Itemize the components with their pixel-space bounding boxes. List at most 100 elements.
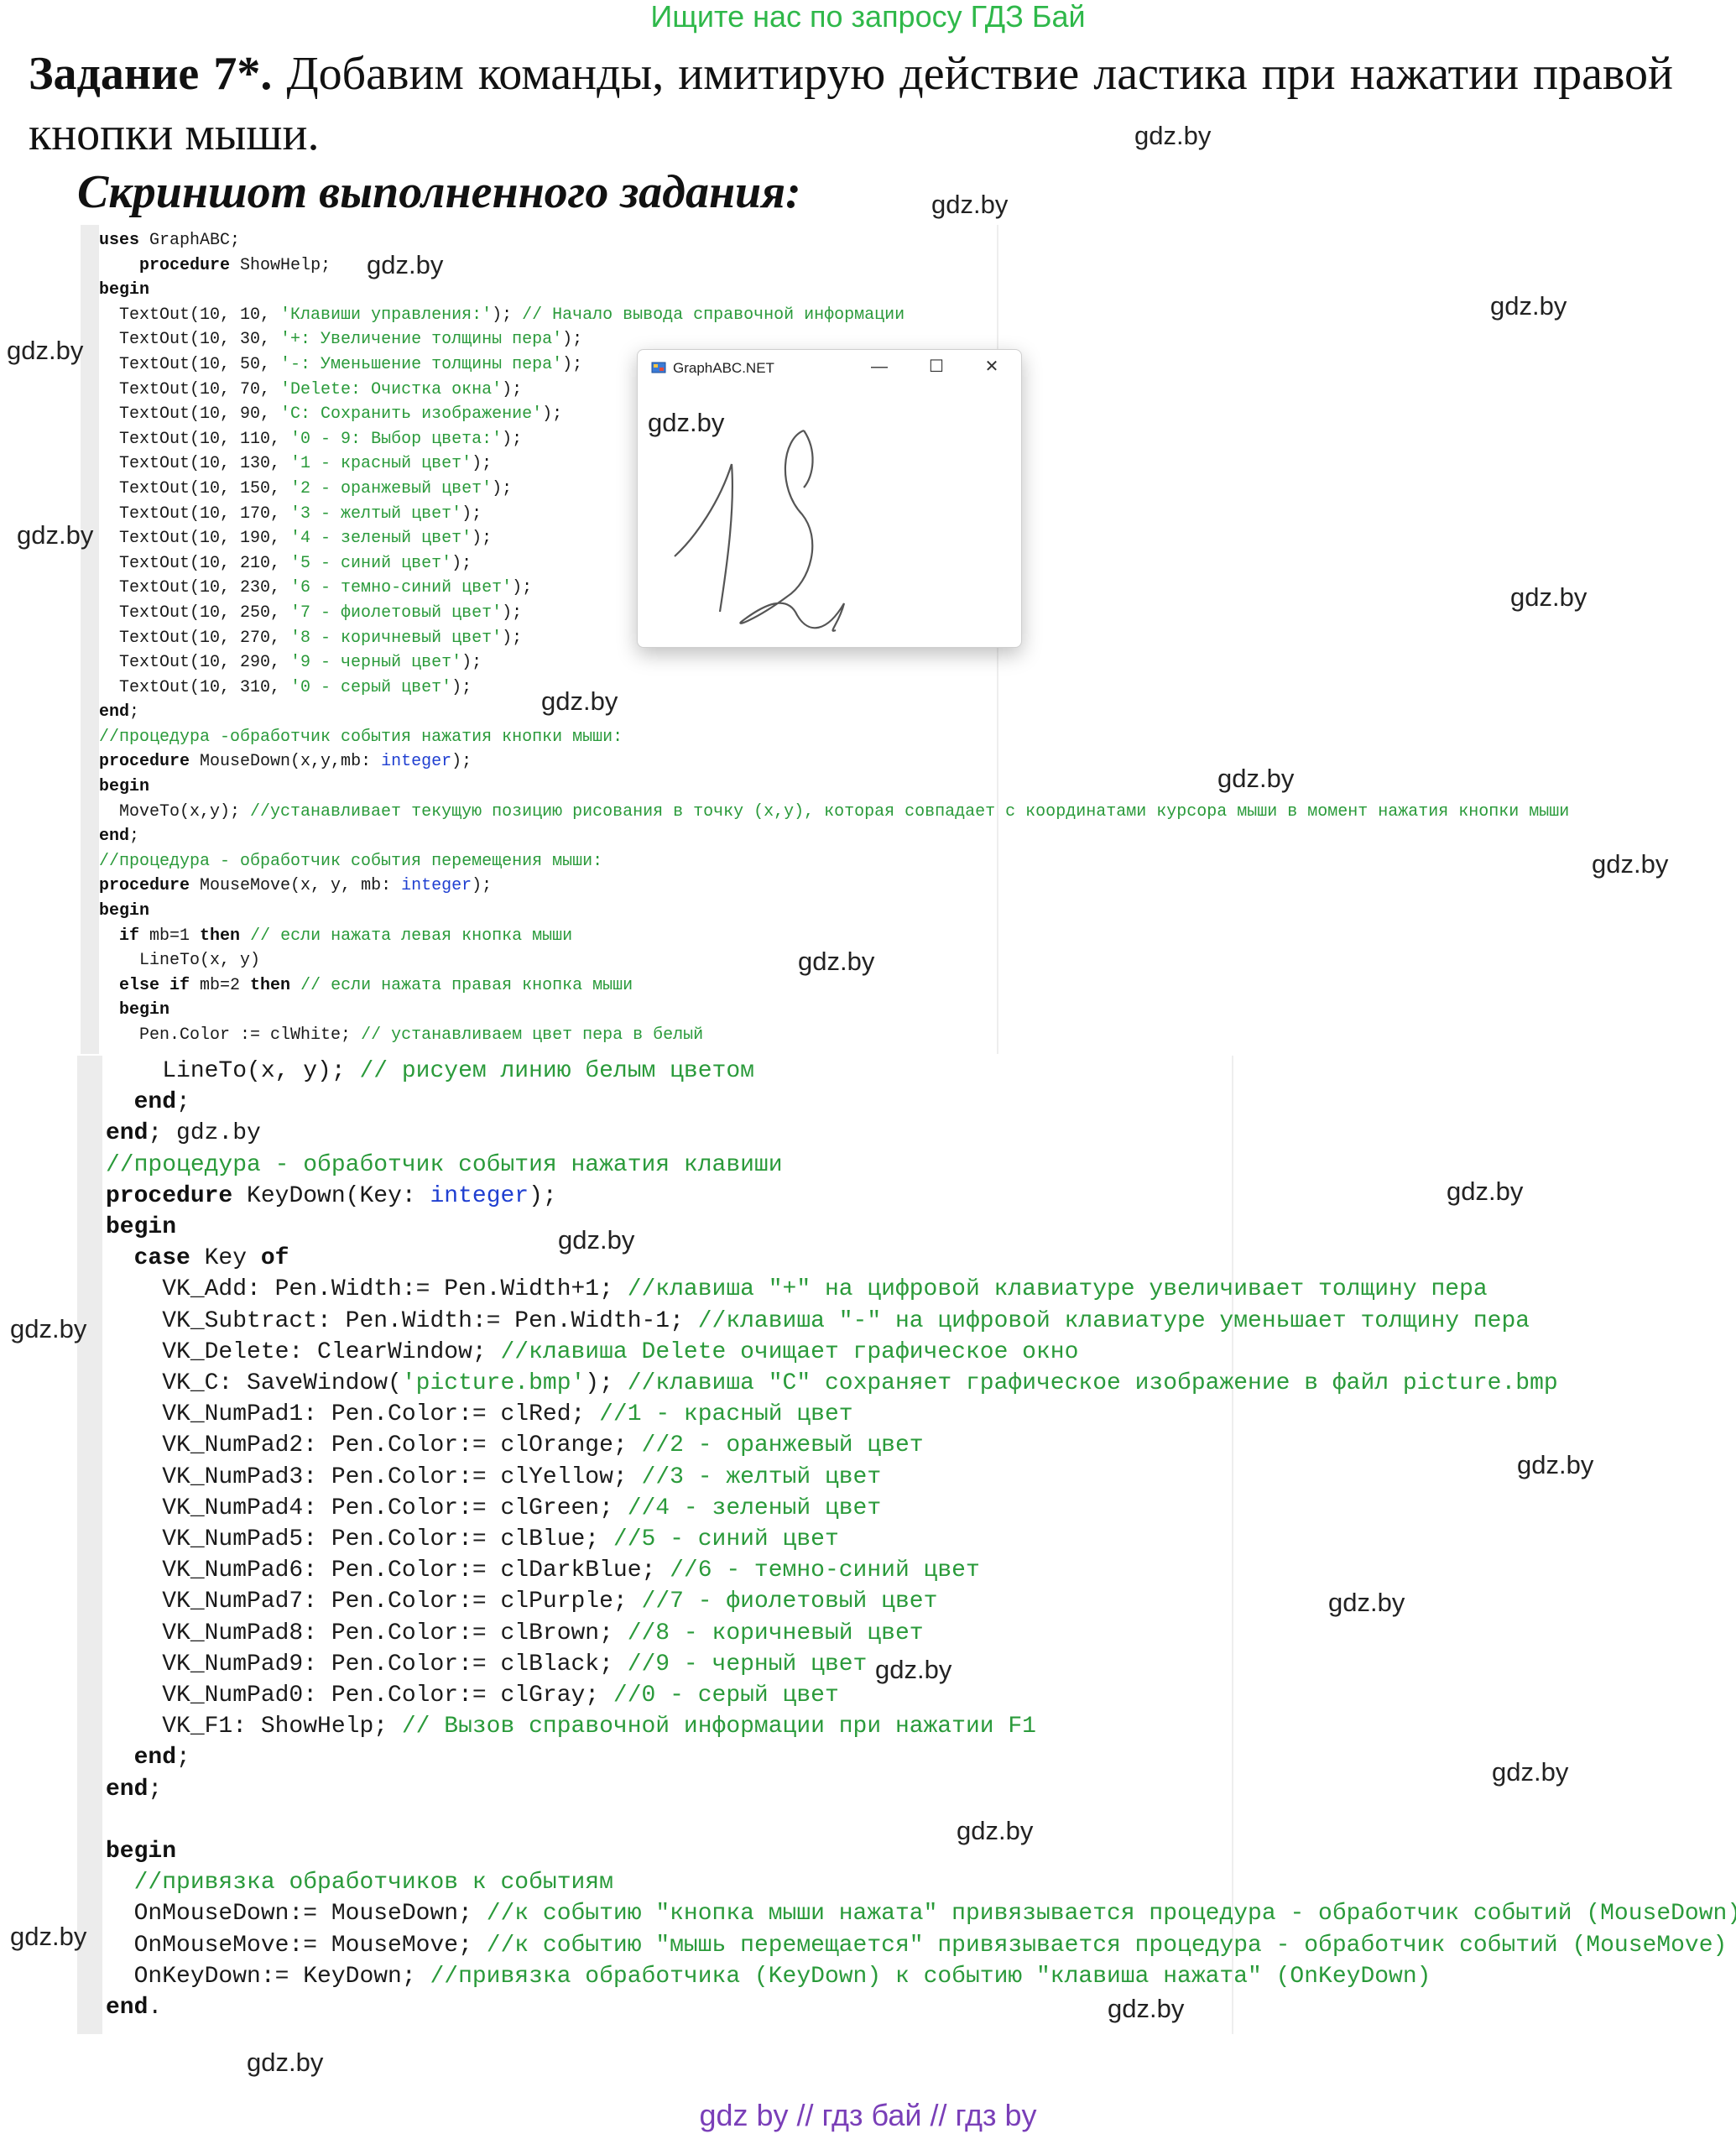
code-line: procedure MouseMove(x, y, mb: integer); (99, 874, 1569, 899)
code-keyword: end (99, 702, 130, 723)
code-keyword: else if (119, 975, 190, 995)
code-comment: // Начало вывода справочной информации (522, 305, 905, 325)
task-heading: Задание 7*. Добавим команды, имитирую де… (29, 44, 1673, 164)
code-string: '1 - красный цвет' (290, 454, 472, 474)
code-line: VK_NumPad3: Pen.Color:= clYellow; //3 - … (106, 1462, 1736, 1493)
code-keyword: begin (99, 901, 150, 921)
graphabc-window: GraphABC.NET — ☐ ✕ (637, 349, 1022, 648)
code-text: ); (502, 429, 523, 449)
code-keyword: begin (99, 280, 150, 300)
code-line: uses GraphABC; (99, 228, 1569, 253)
code-text: ; gdz.by (148, 1120, 261, 1147)
watermark: gdz.by (1517, 1450, 1594, 1479)
code-keyword: procedure (99, 752, 190, 772)
code-comment: //процедура -обработчик события нажатия … (99, 727, 623, 747)
code-string: '8 - коричневый цвет' (290, 628, 503, 648)
code-keyword: case (133, 1245, 190, 1272)
code-text: TextOut(10, 90, (99, 404, 281, 425)
watermark: gdz.by (1108, 1994, 1185, 2023)
watermark: gdz.by (1328, 1588, 1405, 1617)
code-line: TextOut(10, 310, '0 - серый цвет'); (99, 676, 1569, 701)
code-keyword: end (133, 1745, 177, 1771)
code-text: ; (176, 1745, 190, 1771)
code-string: '4 - зеленый цвет' (290, 529, 472, 549)
code-line: end; gdz.by (106, 1118, 1736, 1149)
maximize-button[interactable]: ☐ (921, 355, 951, 378)
code-line: begin (99, 899, 1569, 924)
code-line: Pen.Color := clWhite; // устанавливаем ц… (99, 1023, 1569, 1048)
code-comment: // рисуем линию белым цветом (359, 1058, 754, 1084)
code-keyword: begin (106, 1214, 177, 1241)
close-button[interactable]: ✕ (977, 355, 1007, 378)
watermark: gdz.by (247, 2048, 324, 2077)
code-line: end; (99, 700, 1569, 725)
code-comment: //5 - синий цвет (613, 1526, 839, 1553)
code-line: VK_Subtract: Pen.Width:= Pen.Width-1; //… (106, 1306, 1736, 1337)
code-line: //процедура -обработчик события нажатия … (99, 725, 1569, 750)
minimize-button[interactable]: — (864, 355, 894, 378)
code-keyword: begin (106, 1839, 177, 1865)
code-text: VK_NumPad5: Pen.Color:= clBlue; (106, 1526, 613, 1553)
code-text: ; (176, 1089, 190, 1116)
watermark: gdz.by (875, 1655, 952, 1684)
code-text: VK_Delete: ClearWindow; (106, 1338, 501, 1365)
code-line: VK_NumPad4: Pen.Color:= clGreen; //4 - з… (106, 1493, 1736, 1524)
code-comment: //0 - серый цвет (613, 1683, 839, 1709)
code-line: OnMouseDown:= MouseDown; //к событию "кн… (106, 1898, 1736, 1929)
code-text: OnMouseMove:= MouseMove; (106, 1932, 487, 1959)
code-text: TextOut(10, 290, (99, 653, 291, 673)
code-keyword: begin (119, 1000, 170, 1020)
code-keyword: end (106, 1120, 149, 1147)
code-line: else if mb=2 then // если нажата правая … (99, 973, 1569, 999)
code-keyword: then (250, 975, 291, 995)
code-text: VK_NumPad0: Pen.Color:= clGray; (106, 1683, 613, 1709)
watermark: gdz.by (10, 1314, 87, 1343)
code-line: end; (99, 824, 1569, 849)
code-line: VK_NumPad1: Pen.Color:= clRed; //1 - кра… (106, 1399, 1736, 1430)
code-text: ); (542, 404, 563, 425)
stroke-two (739, 429, 846, 632)
code-text: ; (148, 1776, 163, 1802)
code-line: MoveTo(x,y); //устанавливает текущую поз… (99, 800, 1569, 825)
watermark: gdz.by (1134, 121, 1212, 150)
code-line: VK_C: SaveWindow('picture.bmp'); //клави… (106, 1368, 1736, 1399)
watermark: gdz.by (367, 250, 444, 279)
code-text: ); (502, 628, 523, 648)
code-text: VK_NumPad8: Pen.Color:= clBrown; (106, 1620, 628, 1646)
code-text: ); (451, 752, 472, 772)
code-keyword: procedure (139, 255, 231, 275)
code-line: case Key of (106, 1243, 1736, 1274)
watermark: gdz.by (798, 947, 875, 976)
code-text: ); (585, 1370, 628, 1397)
code-text: ); (472, 876, 493, 896)
code-text: OnKeyDown:= KeyDown; (106, 1963, 430, 1990)
code-text: TextOut(10, 50, (99, 354, 281, 374)
screenshot-caption: Скриншот выполненного задания: (77, 166, 801, 218)
code-text: MoveTo(x,y); (99, 801, 251, 822)
code-comment: //6 - темно-синий цвет (670, 1557, 980, 1584)
code-comment: //процедура - обработчик события нажатия… (106, 1151, 783, 1178)
watermark: gdz.by (7, 336, 84, 365)
code-text: ); (461, 503, 482, 524)
footer: gdz by // гдз бай // гдз by (699, 2098, 1037, 2132)
code-line: end. (106, 1992, 1736, 2023)
code-line: VK_NumPad2: Pen.Color:= clOrange; //2 - … (106, 1430, 1736, 1461)
code-text: ); (502, 379, 523, 399)
code-line: VK_NumPad6: Pen.Color:= clDarkBlue; //6 … (106, 1555, 1736, 1586)
code-comment: //9 - черный цвет (627, 1651, 868, 1677)
code-keyword: of (260, 1245, 289, 1272)
code-string: '3 - желтый цвет' (290, 503, 462, 524)
code-text: LineTo(x, y); (106, 1058, 360, 1084)
code-text: TextOut(10, 250, (99, 603, 291, 623)
stroke-one (674, 463, 734, 613)
code-text: mb=1 (139, 926, 201, 946)
code-text: TextOut(10, 210, (99, 553, 291, 573)
code-text: VK_NumPad9: Pen.Color:= clBlack; (106, 1651, 628, 1677)
code-type: integer (381, 752, 452, 772)
watermark: gdz.by (1447, 1176, 1524, 1206)
